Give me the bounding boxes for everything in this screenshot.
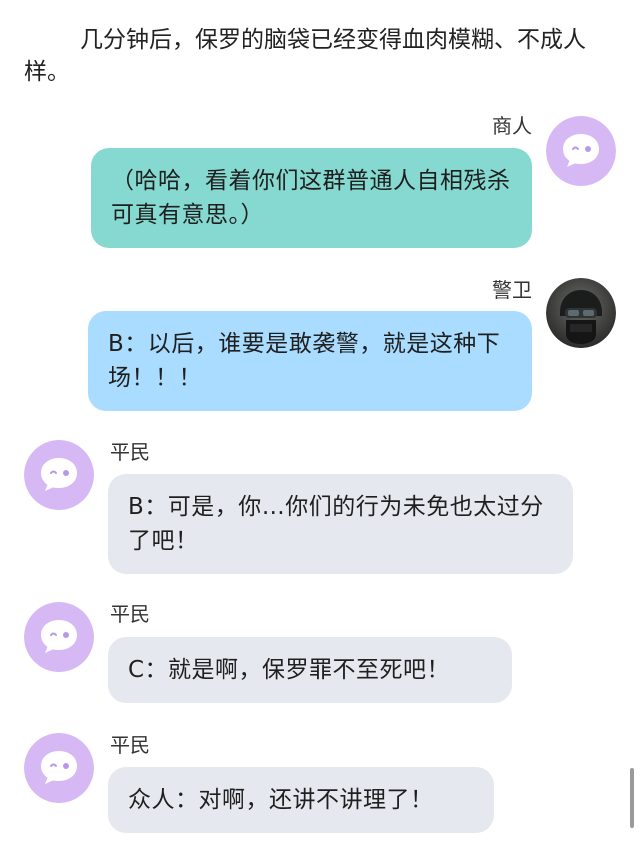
merchant-avatar[interactable]: [546, 116, 616, 186]
narration-text: 几分钟后，保罗的脑袋已经变得血肉模糊、不成人样。: [24, 27, 586, 85]
speaker-name-civilian: 平民: [110, 602, 150, 626]
speaker-name-civilian: 平民: [110, 440, 150, 464]
message-bubble-civilian: C：就是啊，保罗罪不至死吧！: [108, 637, 512, 703]
message-text: （哈哈，看着你们这群普通人自相残杀可真有意思。）: [111, 168, 511, 228]
message-bubble-civilian: 众人：对啊，还讲不讲理了！: [108, 767, 494, 833]
speaker-name-civilian: 平民: [110, 733, 150, 757]
purple-chat-face-icon: [24, 602, 94, 672]
civilian-avatar[interactable]: [24, 602, 94, 672]
message-bubble-merchant: （哈哈，看着你们这群普通人自相残杀可真有意思。）: [91, 148, 532, 248]
vertical-scrollbar[interactable]: [630, 768, 634, 828]
guard-avatar[interactable]: [546, 278, 616, 348]
purple-chat-face-icon: [546, 116, 616, 186]
purple-chat-face-icon: [24, 733, 94, 803]
message-bubble-guard: B：以后，谁要是敢袭警，就是这种下场！！！: [88, 311, 532, 411]
civilian-avatar[interactable]: [24, 440, 94, 510]
helmeted-guard-photo: [546, 278, 616, 348]
civilian-avatar[interactable]: [24, 733, 94, 803]
purple-chat-face-icon: [24, 440, 94, 510]
message-text: 众人：对啊，还讲不讲理了！: [128, 787, 434, 813]
speaker-name-guard: 警卫: [492, 278, 532, 302]
message-text: B：可是，你…你们的行为未免也太过分了吧！: [128, 494, 544, 554]
message-text: C：就是啊，保罗罪不至死吧！: [128, 657, 451, 683]
speaker-name-merchant: 商人: [492, 114, 532, 138]
message-text: B：以后，谁要是敢袭警，就是这种下场！！！: [108, 331, 501, 391]
message-bubble-civilian: B：可是，你…你们的行为未免也太过分了吧！: [108, 474, 573, 574]
